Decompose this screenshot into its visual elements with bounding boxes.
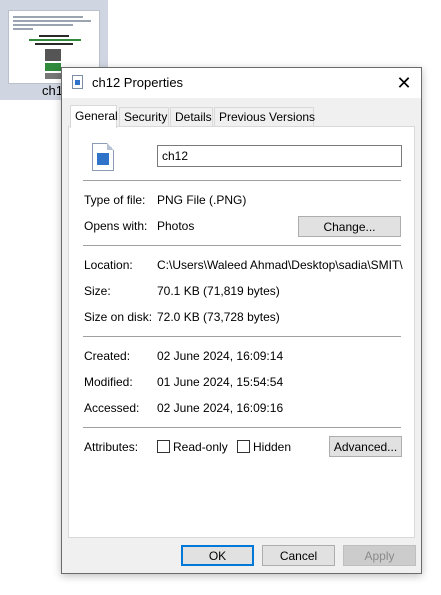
divider — [83, 427, 401, 428]
accessed-label: Accessed: — [84, 401, 140, 415]
size-label: Size: — [84, 284, 111, 298]
tab-details[interactable]: Details — [170, 107, 213, 126]
close-button[interactable]: ✕ — [387, 68, 421, 98]
modified-label: Modified: — [84, 375, 133, 389]
opens-with-label: Opens with: — [84, 219, 148, 233]
png-file-icon — [72, 75, 83, 89]
tab-general[interactable]: General — [70, 105, 118, 128]
accessed-value: 02 June 2024, 16:09:16 — [157, 401, 284, 415]
location-label: Location: — [84, 258, 133, 272]
properties-dialog: ch12 Properties ✕ General Security Detai… — [61, 67, 422, 574]
advanced-button[interactable]: Advanced... — [329, 436, 402, 457]
attributes-label: Attributes: — [84, 440, 139, 454]
tab-security[interactable]: Security — [119, 107, 169, 126]
type-value: PNG File (.PNG) — [157, 193, 247, 207]
general-panel: Type of file: PNG File (.PNG) Opens with… — [68, 126, 415, 538]
desktop-icon-label: ch1 — [42, 83, 63, 98]
file-name-input[interactable] — [157, 145, 402, 167]
read-only-label: Read-only — [173, 440, 228, 454]
close-icon: ✕ — [396, 72, 412, 93]
modified-value: 01 June 2024, 15:54:54 — [157, 375, 284, 389]
opens-with-value: Photos — [157, 219, 195, 233]
size-on-disk-label: Size on disk: — [84, 310, 153, 324]
hidden-label: Hidden — [253, 440, 292, 454]
divider — [83, 245, 401, 246]
ok-button[interactable]: OK — [181, 545, 254, 566]
title-bar[interactable]: ch12 Properties ✕ — [62, 68, 421, 98]
location-value: C:\Users\Waleed Ahmad\Desktop\sadia\SMIT… — [157, 258, 403, 272]
created-value: 02 June 2024, 16:09:14 — [157, 349, 284, 363]
type-label: Type of file: — [84, 193, 146, 207]
divider — [83, 336, 401, 337]
png-file-icon — [92, 143, 114, 171]
size-on-disk-value: 72.0 KB (73,728 bytes) — [157, 310, 280, 324]
read-only-checkbox[interactable] — [157, 440, 170, 453]
size-value: 70.1 KB (71,819 bytes) — [157, 284, 280, 298]
created-label: Created: — [84, 349, 131, 363]
apply-button[interactable]: Apply — [343, 545, 416, 566]
cancel-button[interactable]: Cancel — [262, 545, 335, 566]
change-button[interactable]: Change... — [298, 216, 401, 237]
window-title: ch12 Properties — [92, 75, 184, 90]
divider — [83, 180, 401, 181]
hidden-checkbox[interactable] — [237, 440, 250, 453]
tab-previous-versions[interactable]: Previous Versions — [214, 107, 315, 126]
